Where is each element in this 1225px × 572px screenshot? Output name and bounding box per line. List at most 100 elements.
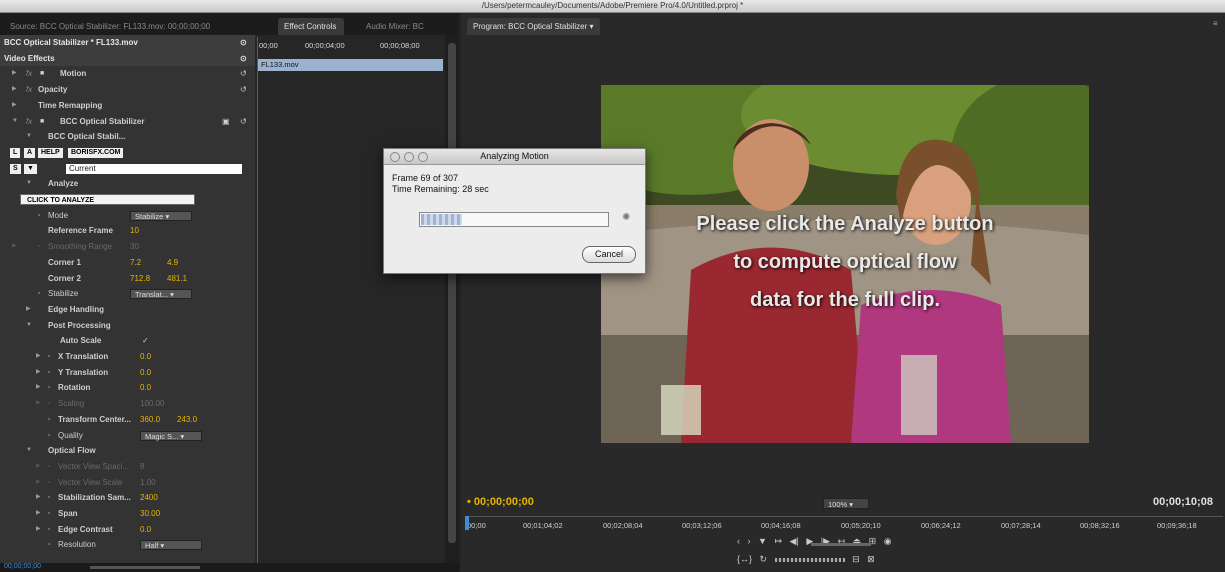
tab-effect-controls[interactable]: Effect Controls <box>278 18 344 35</box>
reference-frame-value[interactable]: 10 <box>130 223 139 239</box>
settings-icon[interactable]: ▣ <box>222 114 230 130</box>
collapse-triangle-icon[interactable]: ▼ <box>26 318 32 334</box>
edge-contrast-value[interactable]: 0.0 <box>140 522 151 538</box>
cancel-button[interactable]: Cancel <box>582 246 636 263</box>
vertical-scrollbar[interactable] <box>445 35 459 563</box>
preset-dropdown-button[interactable]: ▼ <box>24 163 37 174</box>
expand-triangle-icon[interactable]: ▶ <box>36 506 41 522</box>
stabilize-dropdown[interactable]: Translat... ▾ <box>130 289 192 300</box>
post-processing-group[interactable]: ▼ Post Processing <box>0 318 255 334</box>
trim-icon[interactable]: ⊠ <box>867 554 875 564</box>
zoom-window-icon[interactable] <box>418 152 428 162</box>
program-time-ruler[interactable]: 00;00 00;01;04;02 00;02;08;04 00;03;12;0… <box>465 516 1223 533</box>
fx-icon[interactable]: fx <box>26 66 32 82</box>
tab-source[interactable]: Source: BCC Optical Stabilizer: FL133.mo… <box>4 18 254 35</box>
collapse-triangle-icon[interactable]: ▼ <box>26 176 32 192</box>
collapse-triangle-icon[interactable]: ▼ <box>26 443 32 459</box>
reset-icon[interactable]: ↺ <box>240 82 247 98</box>
corner2-x-value[interactable]: 712.8 <box>130 271 150 287</box>
expand-triangle-icon[interactable]: ▶ <box>26 302 31 318</box>
expand-triangle-icon[interactable]: ▶ <box>36 475 41 491</box>
collapse-triangle-icon[interactable]: ▼ <box>26 129 32 145</box>
stopwatch-icon[interactable]: ◔ <box>46 396 51 412</box>
stopwatch-icon[interactable]: ◔ <box>46 537 51 553</box>
tab-program[interactable]: Program: BCC Optical Stabilizer ▾ <box>467 18 600 35</box>
expand-triangle-icon[interactable]: ▶ <box>36 522 41 538</box>
program-playhead[interactable] <box>465 516 469 530</box>
fx-icon[interactable]: fx <box>26 114 32 130</box>
bcc-sub-group[interactable]: ▼ BCC Optical Stabil... <box>0 129 255 145</box>
go-to-in-icon[interactable]: ↦ <box>774 536 782 546</box>
stopwatch-icon[interactable]: ◔ <box>46 475 51 491</box>
corner1-y-value[interactable]: 4.9 <box>167 255 178 271</box>
clip-bar[interactable]: FL133.mov <box>257 59 443 71</box>
help-button[interactable]: HELP <box>38 147 63 158</box>
stopwatch-icon[interactable]: ◔ <box>46 522 51 538</box>
set-marker-icon[interactable]: ▼ <box>758 536 767 546</box>
expand-triangle-icon[interactable]: ▶ <box>36 459 41 475</box>
ec-time-ruler[interactable]: 00;00 00;00;04;00 00;00;08;00 <box>255 35 445 57</box>
expand-triangle-icon[interactable]: ▶ <box>36 490 41 506</box>
transform-center-y-value[interactable]: 243.0 <box>177 412 197 428</box>
y-translation-value[interactable]: 0.0 <box>140 365 151 381</box>
preset-field[interactable]: Current <box>66 163 242 174</box>
stopwatch-icon[interactable]: ◔ <box>46 459 51 475</box>
load-preset-button[interactable]: L <box>10 147 21 158</box>
corner1-x-value[interactable]: 7.2 <box>130 255 141 271</box>
borisfx-link-button[interactable]: BORISFX.COM <box>68 147 124 158</box>
effect-motion[interactable]: ▶ fx ■ Motion ↺ <box>0 66 255 82</box>
panel-menu-icon[interactable]: ≡ <box>1213 19 1218 28</box>
stopwatch-icon[interactable]: ◔ <box>36 286 41 302</box>
shuttle-slider[interactable] <box>811 543 871 546</box>
expand-triangle-icon[interactable]: ▶ <box>12 98 17 114</box>
span-value[interactable]: 30.00 <box>140 506 160 522</box>
resolution-dropdown[interactable]: Half ▾ <box>140 540 202 551</box>
ec-bottom-timecode[interactable]: 00;00;00;00 <box>4 563 41 570</box>
stopwatch-icon[interactable]: ◔ <box>46 428 51 444</box>
effect-bcc-optical-stabilizer[interactable]: ▼ fx ■ BCC Optical Stabilizer ▣ ↺ <box>0 114 255 130</box>
expand-triangle-icon[interactable]: ▶ <box>12 239 17 255</box>
loop-icon[interactable]: ↻ <box>760 554 768 564</box>
reset-icon[interactable]: ↺ <box>240 114 247 130</box>
mark-in-icon[interactable]: ‹ <box>737 536 740 546</box>
optical-flow-group[interactable]: ▼ Optical Flow <box>0 443 255 459</box>
export-frame-icon[interactable]: ◉ <box>884 536 892 546</box>
stopwatch-icon[interactable]: ◔ <box>46 506 51 522</box>
video-frame[interactable]: Please click the Analyze button to compu… <box>601 85 1089 443</box>
zoom-dropdown[interactable]: 100% ▾ <box>823 498 869 509</box>
quality-dropdown[interactable]: Magic S... ▾ <box>140 430 202 441</box>
step-back-icon[interactable]: ◀| <box>790 536 799 546</box>
stopwatch-icon[interactable]: ◔ <box>36 208 41 224</box>
close-window-icon[interactable] <box>390 152 400 162</box>
expand-triangle-icon[interactable]: ▶ <box>36 396 41 412</box>
stopwatch-icon[interactable]: ◔ <box>46 365 51 381</box>
expand-triangle-icon[interactable]: ▶ <box>36 380 41 396</box>
jog-shuttle[interactable] <box>774 557 845 562</box>
expand-triangle-icon[interactable]: ▶ <box>12 82 17 98</box>
current-timecode[interactable]: • 00;00;00;00 <box>467 496 534 508</box>
play-in-to-out-icon[interactable]: {↔} <box>737 554 752 564</box>
playhead[interactable] <box>257 37 258 563</box>
expand-triangle-icon[interactable]: ▶ <box>36 365 41 381</box>
edge-handling-group[interactable]: ▶ Edge Handling <box>0 302 255 318</box>
zoom-slider[interactable] <box>90 566 200 569</box>
effect-time-remapping[interactable]: ▶ Time Remapping <box>0 98 255 114</box>
x-translation-value[interactable]: 0.0 <box>140 349 151 365</box>
stabilization-samples-value[interactable]: 2400 <box>140 490 158 506</box>
corner2-y-value[interactable]: 481.1 <box>167 271 187 287</box>
stopwatch-icon[interactable]: ◔ <box>46 380 51 396</box>
stopwatch-icon[interactable]: ◔ <box>36 239 41 255</box>
mark-out-icon[interactable]: › <box>748 536 751 546</box>
click-to-analyze-button[interactable]: CLICK TO ANALYZE <box>20 194 195 205</box>
mode-dropdown[interactable]: Stabilize ▾ <box>130 210 192 221</box>
scrollbar-thumb[interactable] <box>448 43 456 543</box>
stopwatch-icon[interactable]: ◔ <box>46 412 51 428</box>
tab-audio-mixer[interactable]: Audio Mixer: BC <box>360 18 438 35</box>
save-preset-button[interactable]: S <box>10 163 21 174</box>
fx-icon[interactable]: fx <box>26 82 32 98</box>
auto-scale-checkbox[interactable]: ✓ <box>142 333 149 349</box>
reset-icon[interactable]: ↺ <box>240 66 247 82</box>
stopwatch-icon[interactable]: ◔ <box>46 490 51 506</box>
stopwatch-icon[interactable]: ◔ <box>46 349 51 365</box>
rotation-value[interactable]: 0.0 <box>140 380 151 396</box>
